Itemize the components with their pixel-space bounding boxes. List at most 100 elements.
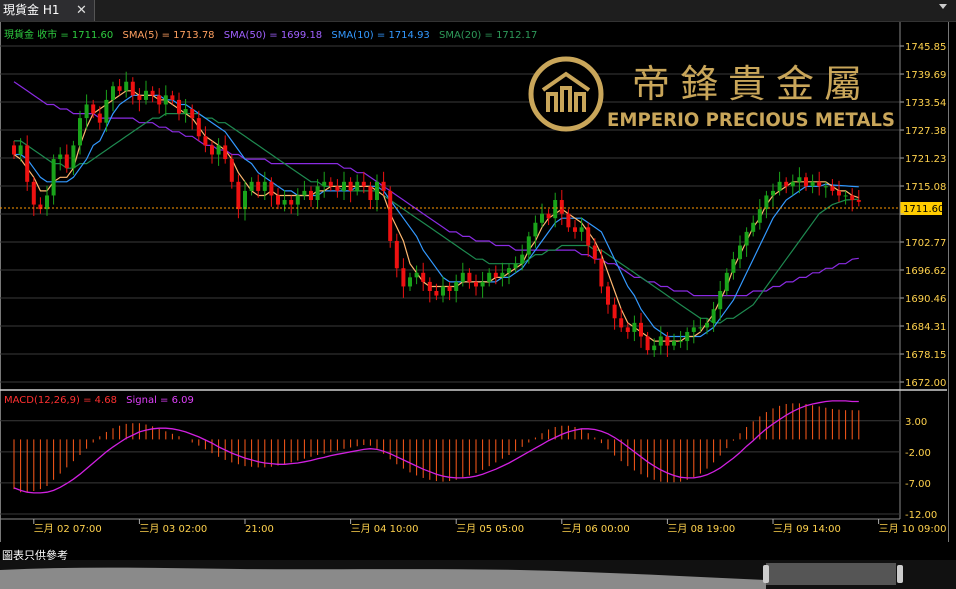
price-tick-label: 1696.62 [905,266,946,277]
candle-body [639,322,643,337]
macd-legend: MACD(12,26,9) = 4.68 Signal = 6.09 [4,395,194,406]
candle-body [738,245,742,260]
candle-body [111,86,115,100]
candle-body [744,231,749,246]
candle-body [25,145,30,182]
candle-body [843,195,848,197]
candle-body [137,95,142,100]
candle-body [427,281,432,292]
macd-tick-label: -2.00 [905,448,931,459]
candle-body [658,336,663,346]
time-tick-label: 三月 09 14:00 [773,523,841,535]
candle-body [31,181,36,205]
candle-body [262,181,267,191]
candle-body [216,145,221,155]
candle-body [586,227,591,246]
candle-body [500,272,505,278]
candle-body [599,259,604,287]
candle-body [559,200,564,214]
candle-body [540,213,544,223]
candle-body [309,190,313,201]
legend-signal: Signal = 6.09 [126,395,194,406]
navigator-handle-right[interactable] [897,565,903,583]
candle-body [78,118,82,146]
candle-body [724,272,729,292]
candle-body [573,227,577,232]
macd-histogram [13,403,860,493]
candle-body [203,136,208,146]
scroll-navigator[interactable] [0,560,956,589]
candle-body [124,81,129,91]
candle-body [447,286,452,292]
chart-canvas[interactable]: 1711.60 1745.85 1739.69 1733.54 1727.38 1721… [0,0,956,560]
time-tick-label: 21:00 [245,524,274,535]
candle-body [579,227,584,232]
candle-body [295,195,300,205]
candle-body [91,104,96,114]
candle-body [183,109,188,114]
candle-body [487,272,492,282]
candle-body [289,200,294,205]
candle-body [606,286,610,305]
time-tick-label: 三月 06 00:00 [562,523,630,535]
candle-body [394,240,399,269]
candle-body [546,213,551,219]
price-tick-label: 1727.38 [905,126,946,137]
candle-body [18,145,23,155]
candle-body [797,177,802,182]
candle-body [190,109,195,119]
candle-body [236,181,241,210]
candle-body [672,341,676,346]
candle-body [691,327,696,332]
candle-body [771,190,775,196]
time-tick-label: 三月 02 07:00 [34,523,102,535]
candle-body [51,159,56,196]
price-tick-label: 1684.31 [905,322,946,333]
candle-body [163,95,168,105]
navigator-window[interactable] [766,563,896,585]
candle-body [223,145,228,160]
candle-body [104,99,109,123]
logo-english: EMPERIO PRECIOUS METALS [607,109,895,131]
legend-sma10: SMA(10) = 1714.93 [331,30,429,41]
price-tick-label: 1702.77 [905,238,946,249]
candle-body [117,86,122,91]
logo-chinese: 帝鋒貴金屬 [632,62,872,106]
candle-body [282,200,287,205]
time-tick-label: 三月 08 19:00 [667,523,735,535]
candle-body [711,309,716,323]
time-tick-label: 三月 05 05:00 [456,523,524,535]
candle-body [45,195,49,210]
candle-body [144,90,148,100]
candle-body [302,190,307,196]
indicator-legend: 現貨金 收市 = 1711.60 SMA(5) = 1713.78 SMA(50… [4,28,537,41]
candle-body [170,95,175,100]
macd-tick-label: -7.00 [905,479,931,490]
candle-body [777,181,782,191]
candle-body [764,195,769,210]
candle-body [480,281,485,287]
legend-price: 現貨金 收市 = 1711.60 [4,28,113,41]
candle-body [256,181,261,191]
candle-body [401,268,406,287]
candle-body [619,318,624,328]
candle-body [414,272,419,278]
candle-body [731,259,736,273]
candle-body [830,186,835,191]
candle-body [823,186,828,188]
candle-body [269,181,274,196]
candle-body [566,213,571,228]
candle-body [718,291,723,310]
candle-body [315,186,320,201]
candle-body [408,277,412,287]
candle-body [810,181,815,187]
candle-body [493,272,498,278]
macd-tick-label: 3.00 [905,417,927,428]
candle-body [652,345,657,351]
candle-body [97,113,102,123]
candle-body [467,272,472,282]
legend-sma5: SMA(5) = 1713.78 [122,30,214,41]
navigator-handle-left[interactable] [763,565,769,583]
navigator-area [0,567,766,589]
candle-body [665,336,670,346]
